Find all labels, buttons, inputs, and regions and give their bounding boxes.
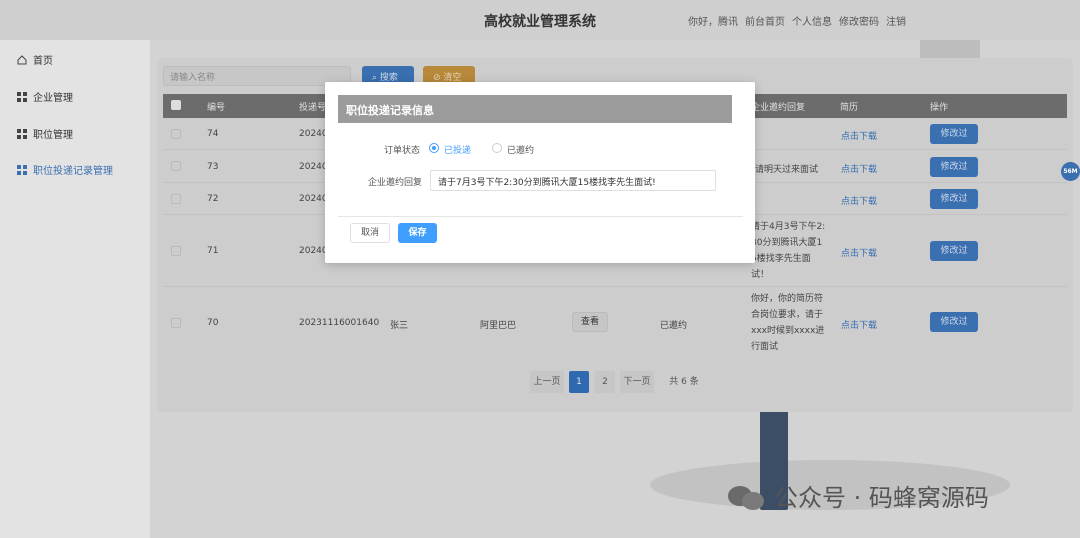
prev-page-button[interactable]: 上一页 [530, 371, 564, 393]
sidebar [0, 40, 150, 538]
username: 腾讯 [718, 17, 738, 28]
cell-reply: 请明天过来面试 [755, 165, 819, 175]
column-header: 简历 [840, 103, 859, 113]
column-header: 操作 [930, 103, 949, 113]
sidebar-item-label: 企业管理 [33, 93, 73, 104]
nav-change-password-link[interactable]: 修改密码 [839, 13, 879, 28]
sidebar-item-label: 职位投递记录管理 [33, 166, 113, 177]
edit-button[interactable]: 修改过 [930, 157, 978, 177]
edit-button[interactable]: 修改过 [930, 189, 978, 209]
cell-code: 20240 [299, 162, 328, 172]
nav-home-link[interactable]: 前台首页 [745, 13, 785, 28]
view-button[interactable]: 查看 [572, 312, 608, 332]
table-row: 70 20231116001640 张三 阿里巴巴 查看 已邀约 你好，你的简历… [163, 287, 1067, 359]
next-page-button[interactable]: 下一页 [620, 371, 654, 393]
grid-icon [17, 164, 27, 175]
greeting: 你好，腾讯 [688, 17, 738, 28]
sidebar-item-positions[interactable]: 职位管理 [17, 126, 73, 141]
cell-reply: 请于4月3号下午2: 30分到腾讯大厦1 5楼找李先生面 试！ [751, 222, 826, 280]
dialog-title: 职位投递记录信息 [346, 104, 434, 117]
save-button[interactable]: 保存 [398, 223, 437, 243]
row-checkbox[interactable] [171, 129, 181, 139]
column-header: 投递号 [299, 103, 327, 113]
sidebar-item-home[interactable]: 首页 [17, 52, 53, 67]
reply-input[interactable]: 请于7月3号下午2:30分到腾讯大厦15楼找李先生面试! [430, 170, 716, 191]
watermark-text: 公众号 · 码蜂窝源码 [774, 484, 989, 512]
download-resume-link[interactable]: 点击下载 [841, 194, 877, 207]
status-option-label[interactable]: 已投递 [444, 143, 471, 156]
dialog-header: 职位投递记录信息 [338, 95, 732, 123]
wechat-icon [728, 482, 766, 510]
cell-code: 20240 [299, 246, 328, 256]
page-2-button[interactable]: 2 [595, 371, 615, 393]
download-resume-link[interactable]: 点击下载 [841, 129, 877, 142]
search-input[interactable]: 请输入名称 [163, 66, 351, 86]
status-option-label[interactable]: 已邀约 [507, 143, 534, 156]
grid-icon [17, 128, 27, 139]
download-resume-link[interactable]: 点击下载 [841, 162, 877, 175]
cell-id: 74 [207, 129, 219, 139]
nav-logout-link[interactable]: 注销 [886, 13, 906, 28]
background-decoration [920, 40, 980, 58]
row-checkbox[interactable] [171, 161, 181, 171]
top-header: 高校就业管理系统 你好，腾讯 前台首页 个人信息 修改密码 注销 [0, 0, 1080, 40]
column-header: 企业邀约回复 [751, 103, 806, 113]
download-resume-link[interactable]: 点击下载 [841, 246, 877, 259]
row-checkbox[interactable] [171, 194, 181, 204]
sidebar-item-label: 职位管理 [33, 130, 73, 141]
cell-id: 73 [207, 162, 219, 172]
cell-status: 已邀约 [660, 321, 688, 331]
cancel-button[interactable]: 取消 [350, 223, 390, 243]
row-checkbox[interactable] [171, 246, 181, 256]
column-header: 编号 [207, 103, 226, 113]
cell-company: 阿里巴巴 [480, 321, 517, 331]
row-checkbox[interactable] [171, 318, 181, 328]
cell-id: 70 [207, 318, 219, 328]
total-count: 共 6 条 [669, 377, 699, 387]
grid-icon [17, 91, 27, 102]
app-title: 高校就业管理系统 [484, 14, 596, 30]
watermark: 公众号 · 码蜂窝源码 [728, 478, 989, 513]
status-radio-delivered[interactable] [429, 143, 439, 153]
edit-button[interactable]: 修改过 [930, 124, 978, 144]
page-1-button[interactable]: 1 [569, 371, 589, 393]
home-icon [17, 54, 27, 64]
status-radio-invited[interactable] [492, 143, 502, 153]
cell-reply: 你好，你的简历符 合岗位要求，请于 xxx时候到xxxx进 行面试 [751, 294, 825, 352]
cell-id: 71 [207, 246, 219, 256]
sidebar-item-company[interactable]: 企业管理 [17, 89, 73, 104]
cell-code: 20231116001640 [299, 318, 380, 328]
cell-code: 20240 [299, 194, 328, 204]
cell-code: 20240 [299, 129, 328, 139]
user-nav: 你好，腾讯 前台首页 个人信息 修改密码 注销 [688, 13, 906, 28]
cell-id: 72 [207, 194, 219, 204]
floating-speed-badge[interactable]: 56M [1061, 162, 1080, 181]
cell-name: 张三 [390, 321, 409, 331]
edit-button[interactable]: 修改过 [930, 312, 978, 332]
reply-label: 企业邀约回复 [367, 178, 422, 188]
download-resume-link[interactable]: 点击下载 [841, 318, 877, 331]
dialog-divider [338, 216, 743, 217]
sidebar-item-label: 首页 [33, 56, 53, 67]
select-all-checkbox[interactable] [171, 100, 181, 110]
nav-profile-link[interactable]: 个人信息 [792, 13, 832, 28]
status-label: 订单状态 [383, 146, 420, 156]
edit-button[interactable]: 修改过 [930, 241, 978, 261]
sidebar-item-applications[interactable]: 职位投递记录管理 [17, 162, 113, 177]
